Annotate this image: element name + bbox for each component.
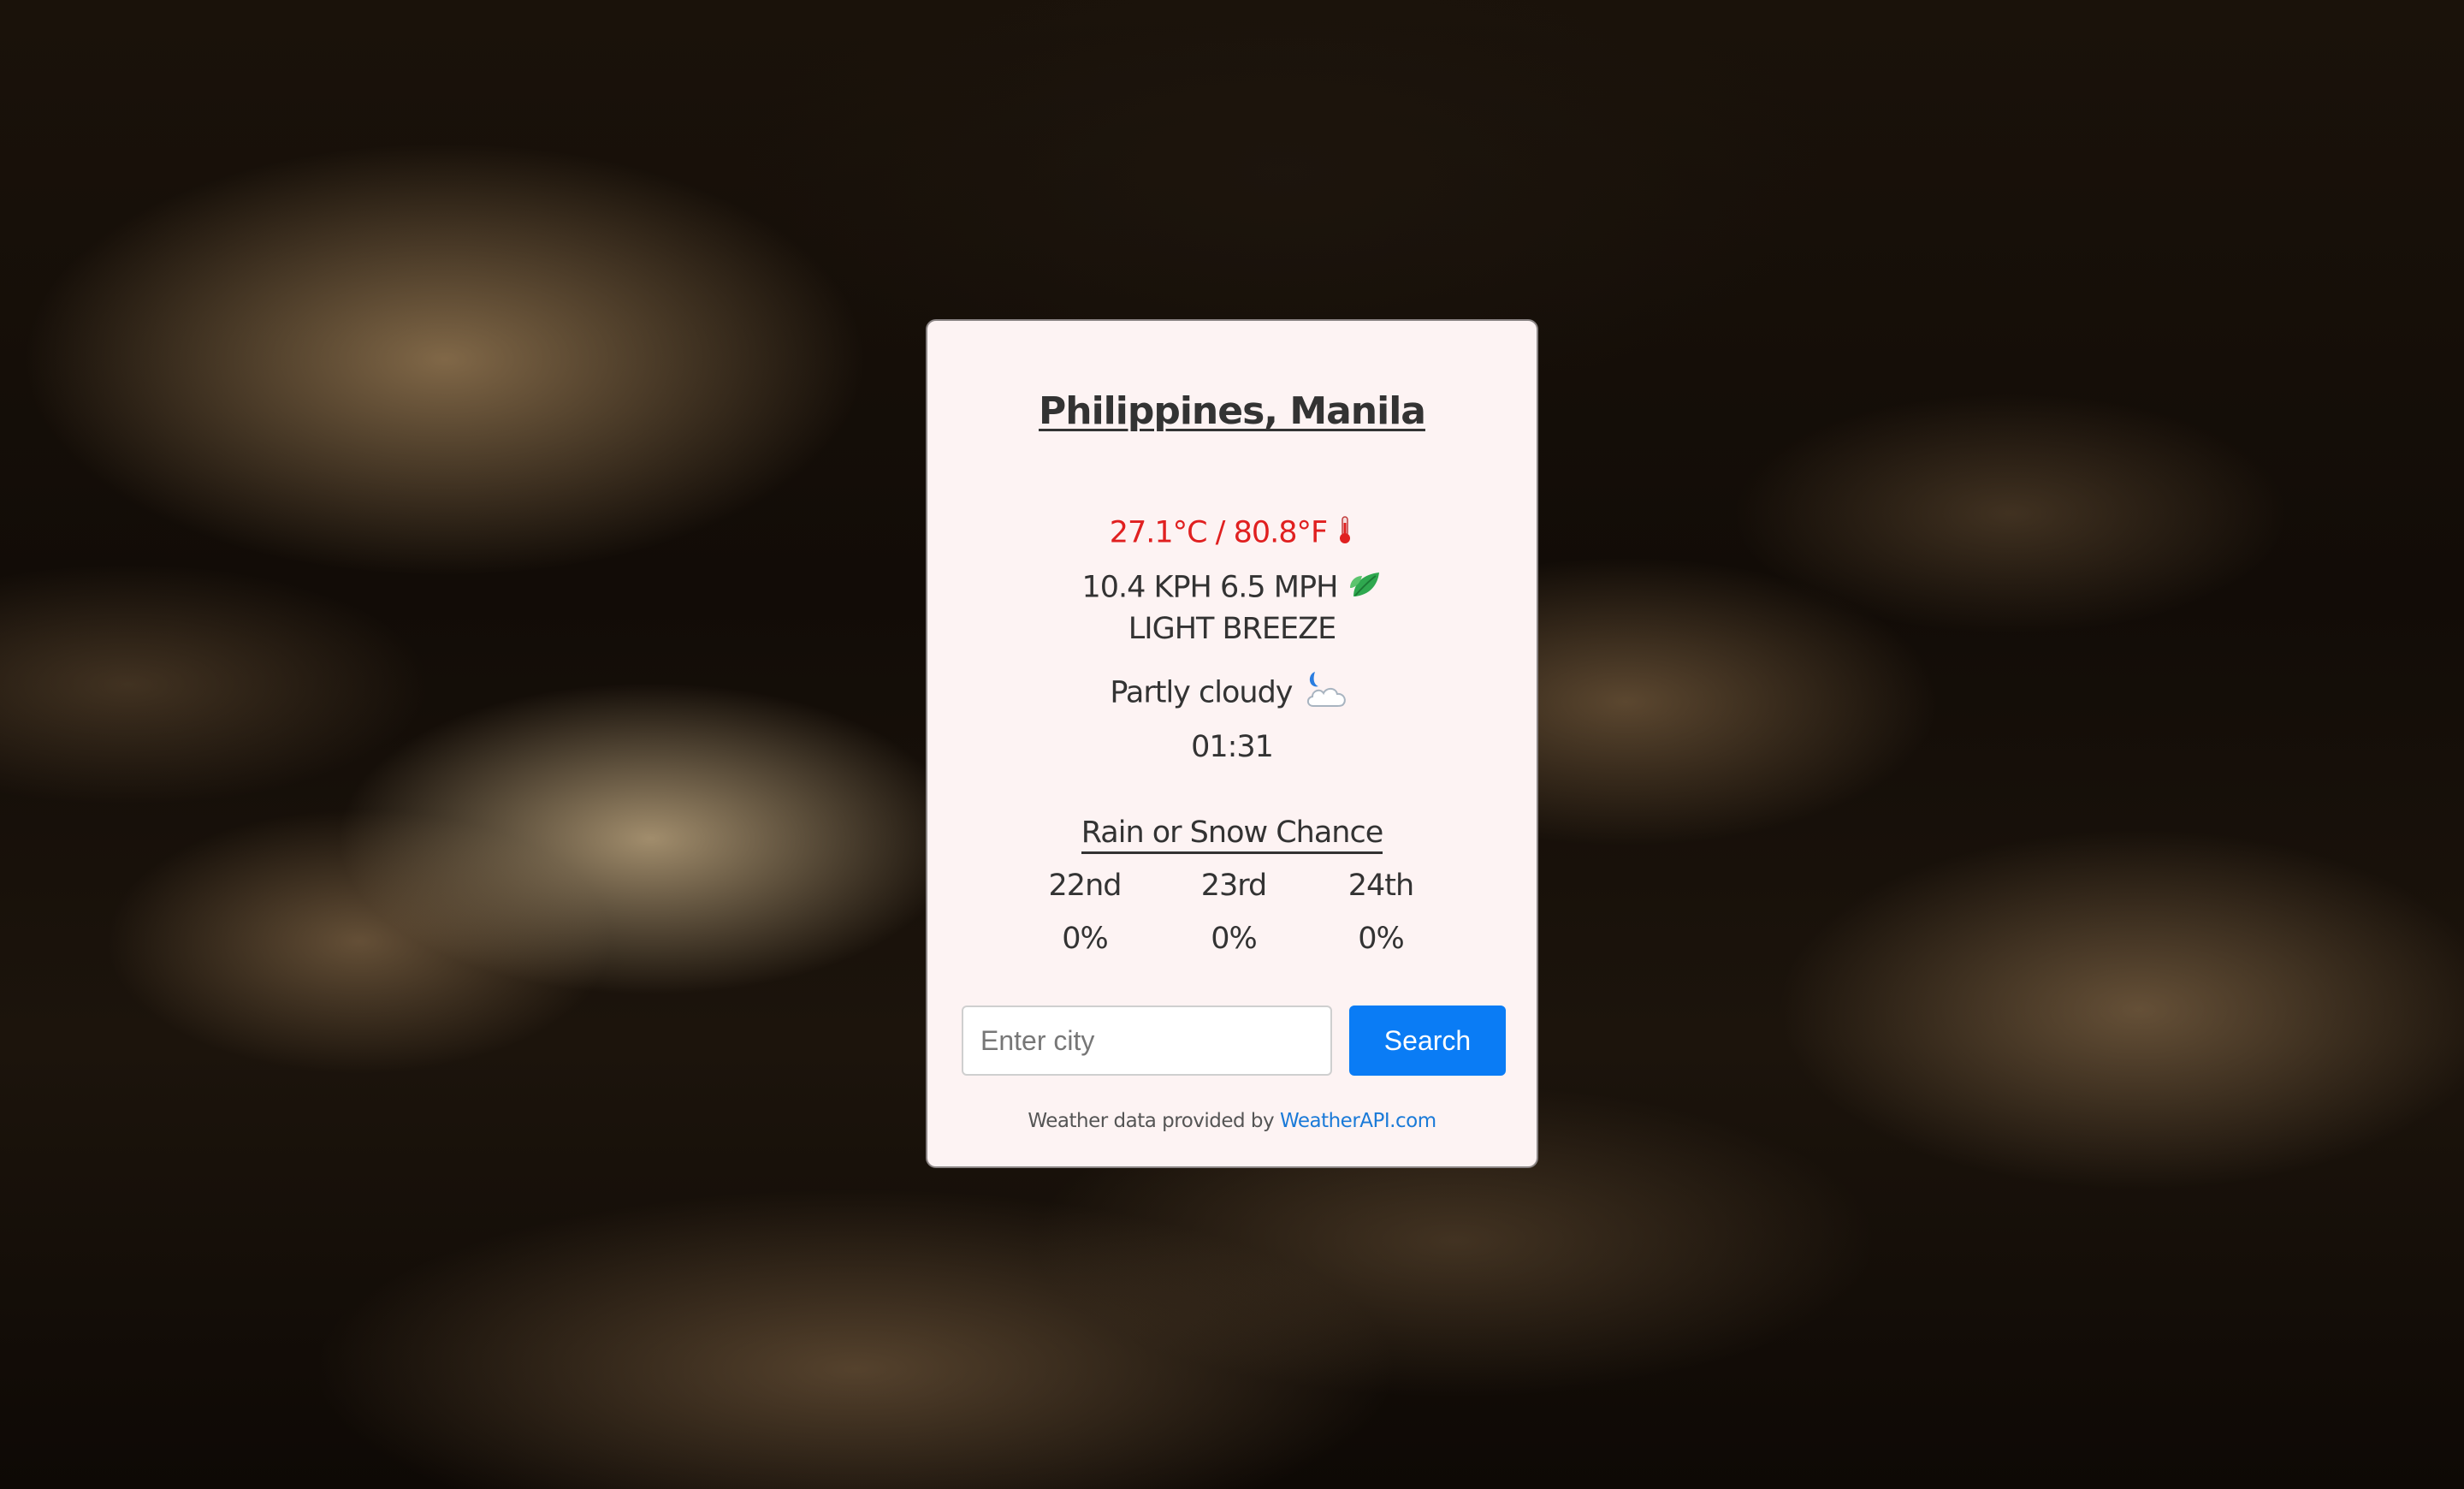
leaf-icon bbox=[1347, 567, 1383, 609]
wind-speed-row: 10.4 KPH 6.5 MPH bbox=[927, 567, 1537, 609]
wind-description: LIGHT BREEZE bbox=[1128, 612, 1336, 646]
search-button[interactable]: Search bbox=[1349, 1006, 1506, 1076]
local-time: 01:31 bbox=[1191, 730, 1274, 764]
forecast-day-chance: 0% bbox=[1358, 922, 1405, 956]
location-title: Philippines, Manila bbox=[1039, 389, 1426, 433]
weatherapi-link[interactable]: WeatherAPI.com bbox=[1280, 1110, 1436, 1132]
temperature-text: 27.1°C / 80.8°F bbox=[1109, 515, 1328, 550]
forecast-day: 23rd 0% bbox=[1174, 869, 1294, 956]
thermometer-icon bbox=[1336, 514, 1354, 553]
attribution-text: Weather data provided by bbox=[1028, 1110, 1275, 1132]
city-search-input[interactable] bbox=[962, 1006, 1332, 1076]
forecast-day: 24th 0% bbox=[1321, 869, 1441, 956]
condition-text: Partly cloudy bbox=[1110, 675, 1293, 710]
rain-chance-heading-text: Rain or Snow Chance bbox=[1081, 816, 1383, 854]
weather-card: Philippines, Manila 27.1°C / 80.8°F 10.4… bbox=[926, 319, 1538, 1168]
forecast-day-chance: 0% bbox=[1211, 922, 1258, 956]
search-form: Search bbox=[962, 1006, 1506, 1076]
forecast-day: 22nd 0% bbox=[1025, 869, 1145, 956]
forecast-day-chance: 0% bbox=[1062, 922, 1109, 956]
rain-chance-heading: Rain or Snow Chance bbox=[927, 816, 1537, 854]
temperature-row: 27.1°C / 80.8°F bbox=[927, 514, 1537, 553]
forecast-day-label: 24th bbox=[1348, 869, 1414, 903]
attribution: Weather data provided by WeatherAPI.com bbox=[927, 1110, 1537, 1132]
forecast-day-label: 22nd bbox=[1048, 869, 1122, 903]
condition-row: Partly cloudy bbox=[927, 668, 1537, 719]
moon-cloud-icon bbox=[1301, 668, 1354, 719]
wind-speed-text: 10.4 KPH 6.5 MPH bbox=[1081, 570, 1338, 605]
forecast-day-label: 23rd bbox=[1200, 869, 1268, 903]
